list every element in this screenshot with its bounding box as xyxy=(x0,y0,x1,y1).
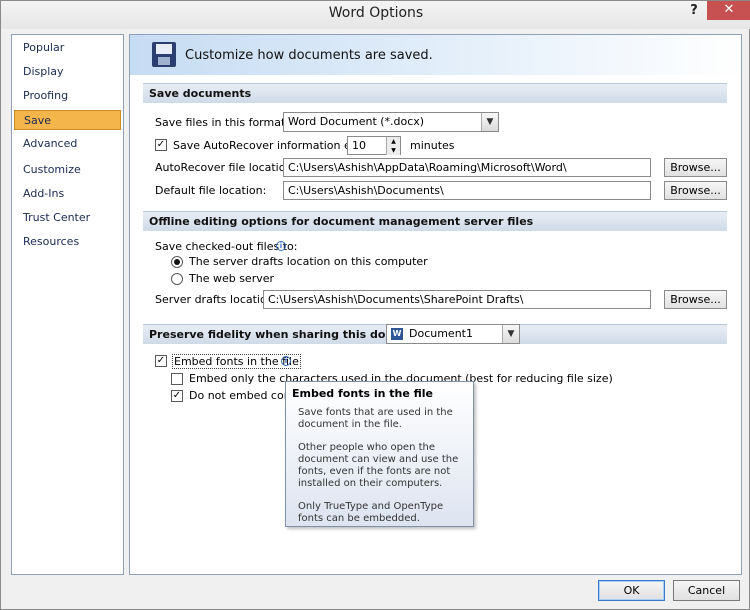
banner-text: Customize how documents are saved. xyxy=(185,48,433,63)
tooltip-title: Embed fonts in the file xyxy=(292,387,434,400)
sidebar-item-add-ins[interactable]: Add-Ins xyxy=(14,184,121,204)
chevron-down-icon: ▼ xyxy=(502,325,519,343)
tooltip-paragraph-2: Other people who open the document can v… xyxy=(298,442,459,489)
title-bar: Word Options ? ✕ xyxy=(1,1,750,29)
sidebar-item-resources[interactable]: Resources xyxy=(14,232,121,252)
format-value: Word Document (*.docx) xyxy=(288,115,425,128)
word-options-dialog: Word Options ? ✕ Popular Display Proofin… xyxy=(0,0,750,610)
server-drafts-field[interactable]: C:\Users\Ashish\Documents\SharePoint Dra… xyxy=(263,290,651,309)
spin-up-icon[interactable]: ▲ xyxy=(386,137,400,146)
spin-down-icon[interactable]: ▼ xyxy=(386,146,400,155)
chevron-down-icon: ▼ xyxy=(481,113,498,131)
tooltip-paragraph-3: Only TrueType and OpenType fonts can be … xyxy=(298,501,444,524)
format-label: Save files in this format: xyxy=(155,116,289,129)
sidebar-item-proofing[interactable]: Proofing xyxy=(14,86,121,106)
default-location-label: Default file location: xyxy=(155,184,267,197)
info-icon: i xyxy=(281,356,291,366)
browse-autorecover-button[interactable]: Browse... xyxy=(664,158,727,177)
autorecover-minutes-stepper[interactable]: 10 ▲ ▼ xyxy=(347,136,401,155)
format-select[interactable]: Word Document (*.docx) ▼ xyxy=(283,112,499,132)
radio-server-drafts[interactable] xyxy=(171,256,183,268)
server-drafts-label: Server drafts location: xyxy=(155,293,278,306)
section-save-documents: Save documents xyxy=(143,83,727,103)
autorecover-label: Save AutoRecover information every xyxy=(173,139,376,152)
ok-button[interactable]: OK xyxy=(598,580,665,601)
autorecover-checkbox[interactable]: ✓ xyxy=(155,139,167,151)
browse-default-button[interactable]: Browse... xyxy=(664,181,727,200)
autorecover-location-field[interactable]: C:\Users\Ashish\AppData\Roaming\Microsof… xyxy=(283,158,651,177)
sidebar-item-advanced[interactable]: Advanced xyxy=(14,134,121,154)
close-button[interactable]: ✕ xyxy=(707,1,750,20)
radio-web-server-label: The web server xyxy=(189,272,275,285)
embed-fonts-tooltip: Embed fonts in the file Save fonts that … xyxy=(285,381,474,527)
word-document-icon: W xyxy=(391,328,403,340)
sidebar-item-customize[interactable]: Customize xyxy=(14,160,121,180)
embed-only-chars-checkbox[interactable] xyxy=(171,373,183,385)
minutes-value: 10 xyxy=(352,139,366,152)
radio-web-server[interactable] xyxy=(171,273,183,285)
cancel-button[interactable]: Cancel xyxy=(673,580,740,601)
sidebar-item-trust-center[interactable]: Trust Center xyxy=(14,208,121,228)
sidebar-item-popular[interactable]: Popular xyxy=(14,38,121,58)
options-sidebar: Popular Display Proofing Save Advanced C… xyxy=(11,34,124,575)
do-not-embed-checkbox[interactable]: ✓ xyxy=(171,390,183,402)
sidebar-item-display[interactable]: Display xyxy=(14,62,121,82)
section-offline-editing: Offline editing options for document man… xyxy=(143,211,727,231)
autorecover-location-label: AutoRecover file location: xyxy=(155,161,297,174)
radio-server-drafts-label: The server drafts location on this compu… xyxy=(189,255,428,268)
embed-fonts-checkbox[interactable]: ✓ xyxy=(155,355,167,367)
fidelity-document-select[interactable]: W Document1 ▼ xyxy=(386,324,520,344)
sidebar-item-save[interactable]: Save xyxy=(14,110,121,130)
browse-server-drafts-button[interactable]: Browse... xyxy=(664,290,727,309)
fidelity-document-value: Document1 xyxy=(409,327,473,340)
help-button[interactable]: ? xyxy=(684,3,704,23)
minutes-label: minutes xyxy=(410,139,455,152)
default-location-field[interactable]: C:\Users\Ashish\Documents\ xyxy=(283,181,651,200)
banner: Customize how documents are saved. xyxy=(130,35,741,75)
window-title: Word Options xyxy=(328,5,424,21)
info-icon: i xyxy=(276,241,286,251)
floppy-disk-icon xyxy=(152,42,176,67)
tooltip-paragraph-1: Save fonts that are used in the document… xyxy=(298,407,453,430)
